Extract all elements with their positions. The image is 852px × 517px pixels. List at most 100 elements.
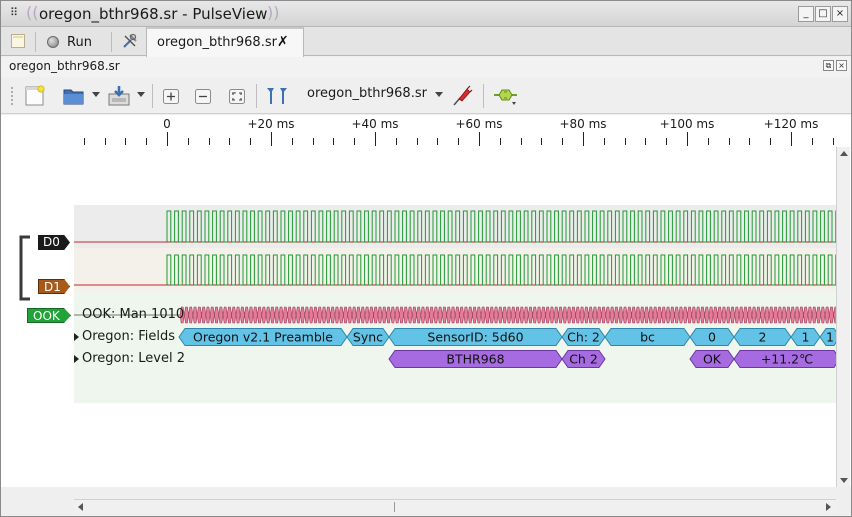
ook-annotation xyxy=(687,306,693,324)
show-cursors-icon[interactable] xyxy=(265,84,289,108)
ook-annotation xyxy=(476,306,482,324)
tab-close-icon[interactable]: ✗ xyxy=(277,34,289,50)
ruler-major-tick xyxy=(167,132,168,146)
scroll-left-icon[interactable] xyxy=(78,503,83,511)
close-button[interactable]: × xyxy=(832,6,848,22)
ook-annotation xyxy=(781,306,787,324)
toolbar-separator xyxy=(35,32,36,52)
ruler-minor-tick xyxy=(708,138,709,145)
title-decoration-icon: )) xyxy=(267,3,280,22)
device-selector[interactable]: oregon_bthr968.sr xyxy=(307,86,427,101)
ook-annotation xyxy=(695,306,701,324)
ook-annotation xyxy=(231,306,237,324)
decoder-badge-ook[interactable]: OOK xyxy=(27,308,71,323)
ook-annotation xyxy=(321,306,327,324)
fields-annotation-label: bc xyxy=(640,330,655,345)
ook-annotation xyxy=(760,306,766,324)
zoom-out-icon[interactable] xyxy=(193,84,213,108)
channel-badge-d1[interactable]: D1 xyxy=(38,279,70,294)
ook-annotation xyxy=(807,306,813,324)
dock-float-icon[interactable]: ⧉ xyxy=(823,60,834,71)
ook-annotation xyxy=(515,306,521,324)
save-icon[interactable] xyxy=(106,84,132,108)
dock-close-icon[interactable]: × xyxy=(836,60,847,71)
new-session-icon[interactable] xyxy=(10,33,26,49)
trace-canvas[interactable]: Oregon v2.1 Preamble Sync SensorID: 5d60 Ch… xyxy=(74,147,836,487)
main-tab-bar: Run oregon_bthr968.sr ✗ xyxy=(1,27,851,57)
ook-annotation xyxy=(734,306,740,324)
level2-expand-icon[interactable] xyxy=(74,355,79,363)
scroll-handle-marker[interactable] xyxy=(394,502,395,512)
ook-annotation xyxy=(708,306,714,324)
ook-annotation xyxy=(579,306,585,324)
ook-annotation xyxy=(347,306,353,324)
ook-annotation xyxy=(360,306,366,324)
ook-annotation xyxy=(248,306,254,324)
ruler-minor-tick xyxy=(292,138,293,145)
ruler-minor-tick xyxy=(313,138,314,145)
vertical-scrollbar[interactable] xyxy=(836,147,850,487)
channel-badge-d0[interactable]: D0 xyxy=(38,235,70,250)
ruler-minor-tick xyxy=(209,138,210,145)
ruler-minor-tick xyxy=(645,138,646,145)
ruler-minor-tick xyxy=(541,138,542,145)
new-view-icon[interactable] xyxy=(24,84,46,108)
ook-annotation xyxy=(420,306,426,324)
ook-annotation xyxy=(368,306,374,324)
ook-annotation xyxy=(377,306,383,324)
ruler-major-tick xyxy=(687,132,688,146)
scroll-up-icon[interactable] xyxy=(840,151,848,156)
minimize-button[interactable]: _ xyxy=(798,6,814,22)
ook-annotation xyxy=(239,306,245,324)
ruler-major-tick xyxy=(271,132,272,146)
ook-annotation xyxy=(682,306,688,324)
ruler-minor-tick xyxy=(188,138,189,145)
ook-annotation xyxy=(747,306,753,324)
ook-annotation xyxy=(429,306,435,324)
ook-annotation xyxy=(282,306,288,324)
ook-annotation xyxy=(661,306,667,324)
ruler-minor-tick xyxy=(500,138,501,145)
fields-expand-icon[interactable] xyxy=(74,333,79,341)
ook-annotation xyxy=(669,306,675,324)
open-file-dropdown-icon[interactable] xyxy=(92,92,100,97)
ook-annotation xyxy=(755,306,761,324)
ook-annotation xyxy=(330,306,336,324)
ruler-minor-tick xyxy=(521,138,522,145)
ook-annotation xyxy=(785,306,791,324)
ook-annotation xyxy=(699,306,705,324)
save-dropdown-icon[interactable] xyxy=(137,92,145,97)
ook-annotation xyxy=(252,306,258,324)
decoder-add-icon[interactable] xyxy=(492,84,520,108)
ook-annotation xyxy=(558,306,564,324)
decoder-rows-background xyxy=(74,291,836,403)
maximize-button[interactable]: □ xyxy=(815,6,831,22)
zoom-fit-icon[interactable] xyxy=(227,84,247,108)
trace-view[interactable]: Oregon v2.1 Preamble Sync SensorID: 5d60 Ch… xyxy=(1,147,851,487)
ook-annotation xyxy=(545,306,551,324)
scroll-down-icon[interactable] xyxy=(840,478,848,483)
window-menu-icon[interactable]: ⠿ xyxy=(7,6,21,20)
ook-annotation xyxy=(527,306,533,324)
ook-annotation xyxy=(622,306,628,324)
zoom-in-icon[interactable] xyxy=(161,84,181,108)
scroll-right-icon[interactable] xyxy=(826,503,831,511)
device-dropdown-icon[interactable] xyxy=(435,92,443,97)
horizontal-scrollbar[interactable] xyxy=(74,499,836,514)
probe-icon[interactable] xyxy=(450,84,474,108)
settings-tools-icon[interactable] xyxy=(122,33,138,49)
ook-annotation xyxy=(424,306,430,324)
time-ruler[interactable]: 0 +20 ms +40 ms +60 ms +80 ms +100 ms +120 ms xyxy=(1,115,851,147)
ook-annotation xyxy=(480,306,486,324)
title-decoration-icon: (( xyxy=(26,3,39,22)
ruler-minor-tick xyxy=(666,138,667,145)
level2-annotation-label: OK xyxy=(703,352,722,367)
ruler-major-tick xyxy=(375,132,376,146)
toolbar-separator xyxy=(111,32,112,52)
level2-annotation-label: Ch 2 xyxy=(569,352,598,367)
open-file-icon[interactable] xyxy=(62,84,86,108)
ook-annotation xyxy=(257,306,263,324)
ook-annotation xyxy=(738,306,744,324)
tab-session[interactable]: oregon_bthr968.sr ✗ xyxy=(146,27,304,57)
run-button[interactable]: Run xyxy=(47,32,92,52)
